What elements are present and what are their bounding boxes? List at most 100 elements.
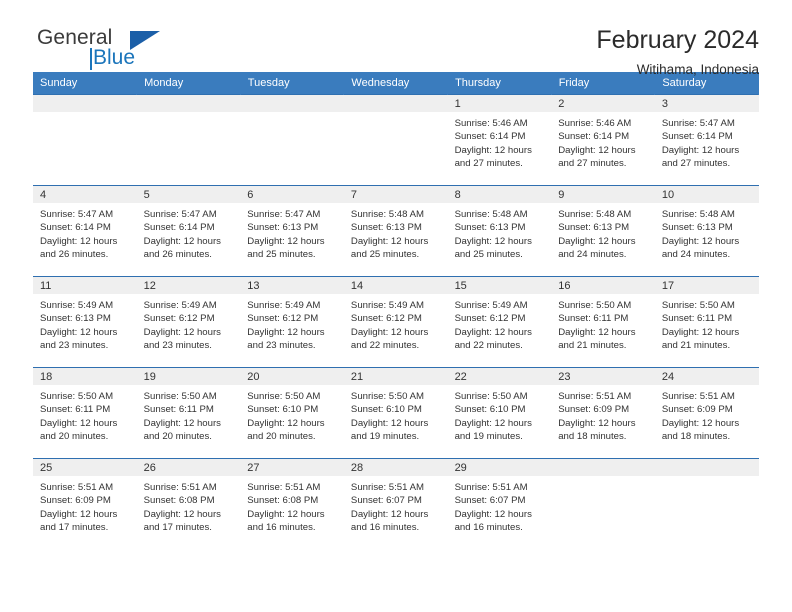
day-detail-line: Sunset: 6:13 PM bbox=[661, 222, 733, 234]
day-cell-15[interactable]: 15 Sunrise: 5:49 AM Sunset: 6:12 PM Dayligh… bbox=[447, 276, 552, 368]
day-detail-line: Sunrise: 5:47 AM bbox=[661, 118, 735, 129]
day-detail-line: Sunset: 6:10 PM bbox=[454, 404, 526, 416]
day-number: 8 bbox=[447, 186, 552, 203]
day-details: Sunrise: 5:46 AM Sunset: 6:14 PM Daylight:… bbox=[448, 112, 552, 171]
day-number: 16 bbox=[551, 277, 655, 294]
day-number bbox=[654, 459, 759, 476]
day-number: 4 bbox=[33, 186, 137, 203]
day-cell-2[interactable]: 2 Sunrise: 5:46 AM Sunset: 6:14 PM Daylight… bbox=[551, 94, 655, 186]
day-cell-29[interactable]: 29 Sunrise: 5:51 AM Sunset: 6:07 PM Dayligh… bbox=[447, 458, 552, 549]
day-cell-12[interactable]: 12 Sunrise: 5:49 AM Sunset: 6:12 PM Dayligh… bbox=[136, 276, 241, 368]
day-cell-9[interactable]: 9 Sunrise: 5:48 AM Sunset: 6:13 PM Daylight… bbox=[551, 185, 655, 277]
day-detail-line: Sunrise: 5:48 AM bbox=[350, 209, 424, 220]
day-detail-line: Sunset: 6:09 PM bbox=[661, 404, 733, 416]
day-details: Sunrise: 5:50 AM Sunset: 6:11 PM Daylight:… bbox=[551, 294, 655, 353]
day-cell-11[interactable]: 11 Sunrise: 5:49 AM Sunset: 6:13 PM Dayligh… bbox=[33, 276, 137, 368]
day-details: Sunrise: 5:48 AM Sunset: 6:13 PM Daylight:… bbox=[655, 203, 759, 262]
day-detail-line: Sunset: 6:08 PM bbox=[247, 495, 319, 507]
calendar-week-row: 4 Sunrise: 5:47 AM Sunset: 6:14 PM Daylight… bbox=[33, 185, 759, 277]
day-cell-3[interactable]: 3 Sunrise: 5:47 AM Sunset: 6:14 PM Daylight… bbox=[654, 94, 759, 186]
day-detail-line: Daylight: 12 hours bbox=[558, 417, 636, 429]
day-detail-line: and 17 minutes. bbox=[40, 522, 109, 534]
day-details: Sunrise: 5:47 AM Sunset: 6:14 PM Daylight:… bbox=[137, 203, 241, 262]
day-cell-1[interactable]: 1 Sunrise: 5:46 AM Sunset: 6:14 PM Daylight… bbox=[447, 94, 552, 186]
day-number: 15 bbox=[447, 277, 552, 294]
day-detail-line: Daylight: 12 hours bbox=[350, 235, 429, 247]
day-details: Sunrise: 5:47 AM Sunset: 6:14 PM Daylight:… bbox=[33, 203, 137, 262]
day-detail-line: Sunrise: 5:49 AM bbox=[40, 300, 114, 311]
day-detail-line: and 21 minutes. bbox=[558, 340, 627, 352]
day-cell-20[interactable]: 20 Sunrise: 5:50 AM Sunset: 6:10 PM Dayligh… bbox=[240, 367, 344, 459]
day-cell-27[interactable]: 27 Sunrise: 5:51 AM Sunset: 6:08 PM Dayligh… bbox=[240, 458, 344, 549]
day-number: 19 bbox=[136, 368, 241, 385]
page-header: General Blue February 2024 Witihama, Ind… bbox=[33, 0, 759, 77]
day-detail-line: Daylight: 12 hours bbox=[661, 326, 740, 338]
calendar-grid: Sunday Monday Tuesday Wednesday Thursday Frid… bbox=[33, 72, 759, 549]
day-details bbox=[655, 476, 759, 481]
day-cell-18[interactable]: 18 Sunrise: 5:50 AM Sunset: 6:11 PM Dayligh… bbox=[33, 367, 137, 459]
calendar-page: General Blue February 2024 Witihama, Ind… bbox=[0, 0, 792, 612]
day-number: 18 bbox=[33, 368, 137, 385]
day-detail-line: Sunrise: 5:49 AM bbox=[350, 300, 424, 311]
day-number: 11 bbox=[33, 277, 137, 294]
day-number: 10 bbox=[654, 186, 759, 203]
day-details: Sunrise: 5:50 AM Sunset: 6:10 PM Daylight:… bbox=[344, 385, 448, 444]
day-details bbox=[240, 112, 344, 117]
day-detail-line: Sunset: 6:10 PM bbox=[247, 404, 319, 416]
day-detail-line: and 23 minutes. bbox=[247, 340, 316, 352]
day-cell-23[interactable]: 23 Sunrise: 5:51 AM Sunset: 6:09 PM Dayligh… bbox=[551, 367, 655, 459]
day-cell-10[interactable]: 10 Sunrise: 5:48 AM Sunset: 6:13 PM Dayligh… bbox=[654, 185, 759, 277]
day-detail-line: Sunset: 6:14 PM bbox=[40, 222, 111, 234]
day-detail-line: Sunrise: 5:47 AM bbox=[143, 209, 217, 220]
day-detail-line: Daylight: 12 hours bbox=[454, 417, 532, 429]
day-detail-line: Daylight: 12 hours bbox=[247, 235, 325, 247]
weekday-header-tuesday: Tuesday bbox=[240, 72, 345, 95]
title-block: February 2024 Witihama, Indonesia bbox=[596, 26, 759, 78]
empty-day-cell bbox=[654, 458, 759, 549]
day-detail-line: and 16 minutes. bbox=[247, 522, 316, 534]
day-detail-line: Sunset: 6:11 PM bbox=[558, 313, 629, 325]
day-cell-5[interactable]: 5 Sunrise: 5:47 AM Sunset: 6:14 PM Daylight… bbox=[136, 185, 241, 277]
day-details: Sunrise: 5:49 AM Sunset: 6:12 PM Daylight:… bbox=[448, 294, 552, 353]
day-detail-line: Sunrise: 5:49 AM bbox=[143, 300, 217, 311]
day-details bbox=[33, 112, 137, 117]
day-number: 17 bbox=[654, 277, 759, 294]
day-number bbox=[551, 459, 655, 476]
day-detail-line: Sunrise: 5:50 AM bbox=[350, 391, 424, 402]
day-detail-line: and 17 minutes. bbox=[143, 522, 212, 534]
empty-day-cell bbox=[33, 94, 137, 186]
day-detail-line: Sunset: 6:13 PM bbox=[350, 222, 422, 234]
day-detail-line: Sunrise: 5:49 AM bbox=[454, 300, 528, 311]
day-detail-line: Daylight: 12 hours bbox=[454, 326, 532, 338]
day-details: Sunrise: 5:51 AM Sunset: 6:09 PM Daylight:… bbox=[33, 476, 137, 535]
day-details: Sunrise: 5:51 AM Sunset: 6:08 PM Daylight:… bbox=[240, 476, 344, 535]
day-cell-16[interactable]: 16 Sunrise: 5:50 AM Sunset: 6:11 PM Dayligh… bbox=[551, 276, 655, 368]
day-detail-line: and 27 minutes. bbox=[661, 158, 731, 170]
day-cell-17[interactable]: 17 Sunrise: 5:50 AM Sunset: 6:11 PM Dayligh… bbox=[654, 276, 759, 368]
day-details: Sunrise: 5:51 AM Sunset: 6:07 PM Daylight:… bbox=[448, 476, 552, 535]
day-cell-19[interactable]: 19 Sunrise: 5:50 AM Sunset: 6:11 PM Dayligh… bbox=[136, 367, 241, 459]
day-cell-8[interactable]: 8 Sunrise: 5:48 AM Sunset: 6:13 PM Daylight… bbox=[447, 185, 552, 277]
day-cell-21[interactable]: 21 Sunrise: 5:50 AM Sunset: 6:10 PM Dayligh… bbox=[343, 367, 448, 459]
day-detail-line: Daylight: 12 hours bbox=[454, 144, 532, 156]
day-cell-13[interactable]: 13 Sunrise: 5:49 AM Sunset: 6:12 PM Dayligh… bbox=[240, 276, 344, 368]
empty-day-cell bbox=[551, 458, 655, 549]
day-cell-7[interactable]: 7 Sunrise: 5:48 AM Sunset: 6:13 PM Daylight… bbox=[343, 185, 448, 277]
weekday-header-sunday: Sunday bbox=[33, 72, 138, 95]
day-detail-line: Sunset: 6:13 PM bbox=[454, 222, 526, 234]
day-detail-line: and 24 minutes. bbox=[661, 249, 731, 261]
day-cell-14[interactable]: 14 Sunrise: 5:49 AM Sunset: 6:12 PM Dayligh… bbox=[343, 276, 448, 368]
day-cell-26[interactable]: 26 Sunrise: 5:51 AM Sunset: 6:08 PM Dayligh… bbox=[136, 458, 241, 549]
page-subtitle: Witihama, Indonesia bbox=[636, 62, 759, 78]
day-cell-25[interactable]: 25 Sunrise: 5:51 AM Sunset: 6:09 PM Dayligh… bbox=[33, 458, 137, 549]
day-cell-24[interactable]: 24 Sunrise: 5:51 AM Sunset: 6:09 PM Dayligh… bbox=[654, 367, 759, 459]
day-cell-28[interactable]: 28 Sunrise: 5:51 AM Sunset: 6:07 PM Dayligh… bbox=[343, 458, 448, 549]
day-cell-4[interactable]: 4 Sunrise: 5:47 AM Sunset: 6:14 PM Daylight… bbox=[33, 185, 137, 277]
day-cell-22[interactable]: 22 Sunrise: 5:50 AM Sunset: 6:10 PM Dayligh… bbox=[447, 367, 552, 459]
day-number: 12 bbox=[136, 277, 241, 294]
calendar-week-row: 25 Sunrise: 5:51 AM Sunset: 6:09 PM Dayligh… bbox=[33, 458, 759, 549]
empty-day-cell bbox=[343, 94, 448, 186]
day-detail-line: Sunrise: 5:51 AM bbox=[40, 482, 114, 493]
day-cell-6[interactable]: 6 Sunrise: 5:47 AM Sunset: 6:13 PM Daylight… bbox=[240, 185, 344, 277]
day-detail-line: Daylight: 12 hours bbox=[350, 508, 429, 520]
